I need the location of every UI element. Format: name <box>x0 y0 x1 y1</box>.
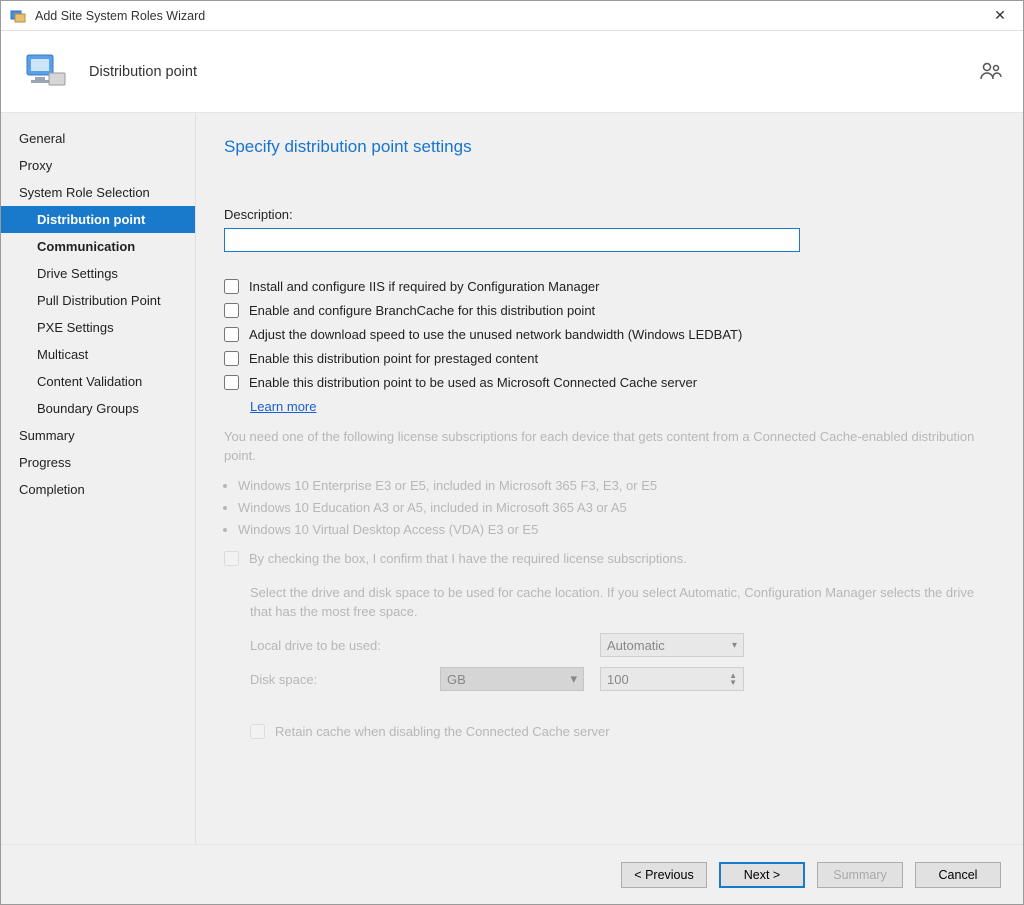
chevron-down-icon: ▾ <box>570 671 577 687</box>
spinner-buttons: ▲▼ <box>729 672 737 686</box>
branchcache-checkbox-label: Enable and configure BranchCache for thi… <box>249 303 595 318</box>
license-bullet-1: Windows 10 Enterprise E3 or E5, included… <box>238 478 995 493</box>
iis-checkbox-label: Install and configure IIS if required by… <box>249 279 599 294</box>
disk-space-unit-select: GB ▾ <box>440 667 584 691</box>
sidebar-item-summary[interactable]: Summary <box>1 422 195 449</box>
disk-space-label: Disk space: <box>250 672 440 687</box>
drive-note: Select the drive and disk space to be us… <box>250 584 995 622</box>
license-note: You need one of the following license su… <box>224 428 995 466</box>
connected-cache-checkbox-label: Enable this distribution point to be use… <box>249 375 697 390</box>
distribution-point-icon <box>21 47 71 97</box>
sidebar-item-pxe-settings[interactable]: PXE Settings <box>1 314 195 341</box>
retain-cache-label: Retain cache when disabling the Connecte… <box>275 724 610 739</box>
page-heading: Specify distribution point settings <box>224 137 995 157</box>
prestaged-checkbox-label: Enable this distribution point for prest… <box>249 351 538 366</box>
local-drive-value: Automatic <box>607 638 665 653</box>
previous-button[interactable]: < Previous <box>621 862 707 888</box>
next-button[interactable]: Next > <box>719 862 805 888</box>
confirm-license-checkbox <box>224 551 239 566</box>
description-label: Description: <box>224 207 995 222</box>
disk-space-value: 100 <box>607 672 629 687</box>
titlebar: Add Site System Roles Wizard ✕ <box>1 1 1023 31</box>
sidebar-item-general[interactable]: General <box>1 125 195 152</box>
local-drive-label: Local drive to be used: <box>250 638 440 653</box>
banner-title: Distribution point <box>89 64 197 80</box>
chevron-down-icon: ▾ <box>732 640 737 651</box>
sidebar-item-pull-distribution-point[interactable]: Pull Distribution Point <box>1 287 195 314</box>
prestaged-checkbox[interactable] <box>224 351 239 366</box>
sidebar-item-content-validation[interactable]: Content Validation <box>1 368 195 395</box>
description-input[interactable] <box>224 228 800 252</box>
license-list: Windows 10 Enterprise E3 or E5, included… <box>238 478 995 537</box>
local-drive-select: Automatic ▾ <box>600 633 744 657</box>
footer: < Previous Next > Summary Cancel <box>1 844 1023 904</box>
content-panel: Specify distribution point settings Desc… <box>196 113 1023 844</box>
iis-checkbox[interactable] <box>224 279 239 294</box>
license-bullet-3: Windows 10 Virtual Desktop Access (VDA) … <box>238 522 995 537</box>
sidebar-item-communication[interactable]: Communication <box>1 233 195 260</box>
summary-button: Summary <box>817 862 903 888</box>
people-icon[interactable] <box>979 59 1003 88</box>
connected-cache-checkbox[interactable] <box>224 375 239 390</box>
banner: Distribution point <box>1 31 1023 113</box>
retain-cache-checkbox <box>250 724 265 739</box>
disk-space-spinner: 100 ▲▼ <box>600 667 744 691</box>
body: General Proxy System Role Selection Dist… <box>1 113 1023 844</box>
learn-more-link[interactable]: Learn more <box>250 399 316 414</box>
sidebar-item-distribution-point[interactable]: Distribution point <box>1 206 195 233</box>
wizard-icon <box>9 7 27 25</box>
sidebar-item-drive-settings[interactable]: Drive Settings <box>1 260 195 287</box>
sidebar-item-multicast[interactable]: Multicast <box>1 341 195 368</box>
confirm-license-label: By checking the box, I confirm that I ha… <box>249 551 687 566</box>
sidebar-item-boundary-groups[interactable]: Boundary Groups <box>1 395 195 422</box>
window-title: Add Site System Roles Wizard <box>35 9 985 23</box>
sidebar-item-system-role-selection[interactable]: System Role Selection <box>1 179 195 206</box>
cancel-button[interactable]: Cancel <box>915 862 1001 888</box>
ledbat-checkbox[interactable] <box>224 327 239 342</box>
close-button[interactable]: ✕ <box>985 7 1015 24</box>
ledbat-checkbox-label: Adjust the download speed to use the unu… <box>249 327 742 342</box>
sidebar-item-proxy[interactable]: Proxy <box>1 152 195 179</box>
license-bullet-2: Windows 10 Education A3 or A5, included … <box>238 500 995 515</box>
sidebar-item-progress[interactable]: Progress <box>1 449 195 476</box>
sidebar: General Proxy System Role Selection Dist… <box>1 113 196 844</box>
wizard-window: Add Site System Roles Wizard ✕ Distribut… <box>0 0 1024 905</box>
sidebar-item-completion[interactable]: Completion <box>1 476 195 503</box>
disk-space-unit: GB <box>447 672 466 687</box>
branchcache-checkbox[interactable] <box>224 303 239 318</box>
